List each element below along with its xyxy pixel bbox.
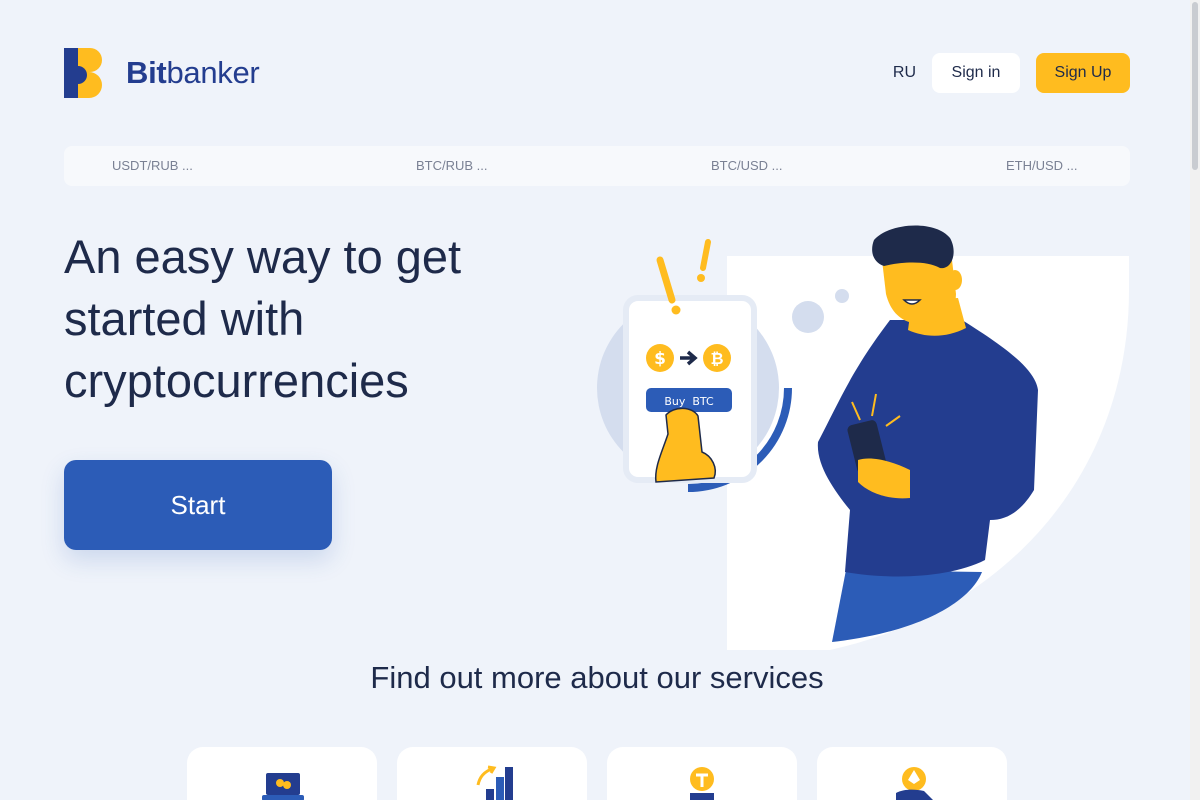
bubble-small (835, 289, 849, 303)
service-card-2[interactable] (397, 747, 587, 800)
language-switch[interactable]: RU (893, 64, 916, 82)
svg-text:₿: ₿ (710, 349, 723, 368)
header-nav: RU Sign in Sign Up (893, 53, 1130, 93)
start-button[interactable]: Start (64, 460, 332, 550)
brand-name-rest: banker (166, 55, 260, 90)
growth-chart-icon (476, 765, 513, 800)
service-card-4[interactable] (817, 747, 1007, 800)
tether-coin-hand-icon (690, 767, 714, 800)
service-card-3[interactable] (607, 747, 797, 800)
phone-buy-label: Buy BTC (664, 395, 714, 408)
ethereum-coin-hand-icon (896, 767, 933, 800)
site-header: Bitbanker RU Sign in Sign Up (64, 48, 1130, 98)
person-legs (832, 570, 982, 642)
services-title: Find out more about our services (370, 660, 824, 695)
bubble-large (792, 301, 824, 333)
svg-text:$: $ (654, 349, 666, 369)
hero-illustration: $ ₿ Buy BTC (597, 225, 1129, 650)
brand-name-bold: Bit (126, 55, 167, 90)
bitbanker-logo-icon (64, 48, 102, 98)
service-card-1[interactable] (187, 747, 377, 800)
person-hair (872, 225, 954, 269)
exclamation-mark-left (656, 256, 676, 304)
ticker-btc-usd: BTC/USD ... (711, 158, 783, 173)
scrollbar-thumb[interactable] (1192, 2, 1198, 170)
ticker-eth-usd: ETH/USD ... (1006, 158, 1078, 173)
brand-logo[interactable]: Bitbanker (64, 48, 260, 98)
exclamation-mark-right (700, 239, 711, 271)
sign-in-button[interactable]: Sign in (932, 53, 1020, 93)
hero-title: An easy way to get started with cryptocu… (64, 230, 462, 407)
brand-name: Bitbanker (126, 55, 260, 91)
price-ticker: USDT/RUB ... BTC/RUB ... BTC/USD ... ETH… (64, 146, 1130, 186)
person-ear (948, 270, 962, 290)
laptop-coins-icon (262, 773, 304, 800)
ticker-usdt-rub: USDT/RUB ... (112, 158, 193, 173)
ticker-btc-rub: BTC/RUB ... (416, 158, 488, 173)
sign-up-button[interactable]: Sign Up (1036, 53, 1130, 93)
